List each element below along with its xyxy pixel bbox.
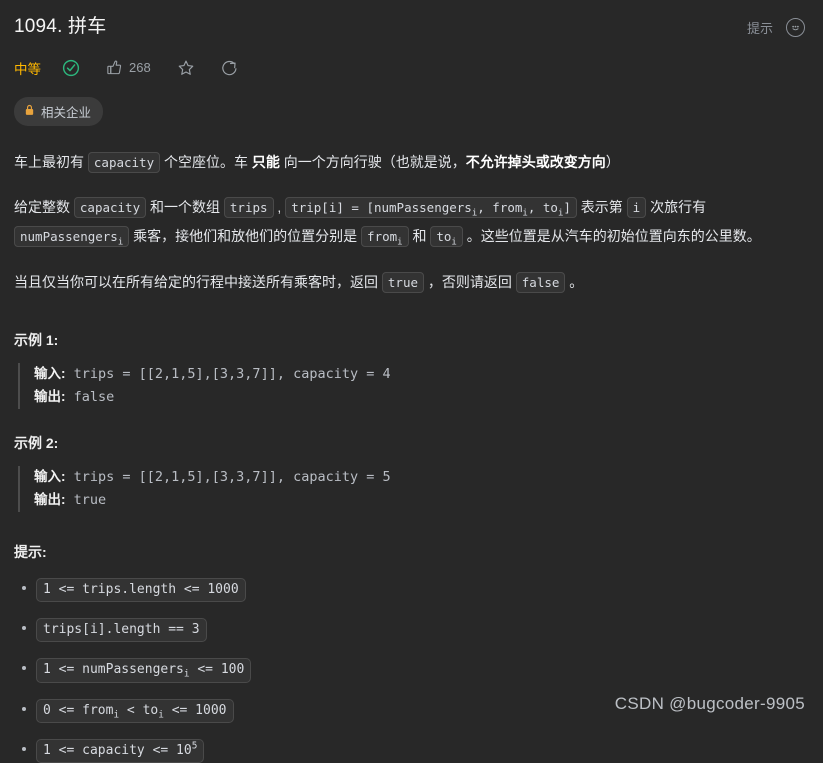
problem-description: 车上最初有 capacity 个空座位。车 只能 向一个方向行驶（也就是说，不允… xyxy=(14,148,805,297)
list-item: 1 <= trips.length <= 1000 xyxy=(22,577,805,603)
example-1-title: 示例 1: xyxy=(14,332,59,349)
desc-p2-seg2: 和一个数组 xyxy=(146,199,224,216)
description-paragraph-3: 当且仅当你可以在所有给定的行程中接送所有乘客时，返回 true ，否则请返回 f… xyxy=(14,268,805,297)
example-1-output-value: false xyxy=(65,389,115,406)
desc-p3-seg1: 当且仅当你可以在所有给定的行程中接送所有乘客时，返回 xyxy=(14,273,382,290)
constraint-from-to: 0 <= fromi < toi <= 1000 xyxy=(36,698,234,723)
hint-link[interactable]: 提示 xyxy=(747,18,773,37)
lock-icon xyxy=(24,104,35,119)
constraints-section: 提示: 1 <= trips.length <= 1000 trips[i].l… xyxy=(14,542,805,763)
related-companies-button[interactable]: 相关企业 xyxy=(14,96,104,126)
inline-code-numpassengers: numPassengersi xyxy=(14,225,130,247)
description-paragraph-1: 车上最初有 capacity 个空座位。车 只能 向一个方向行驶（也就是说，不允… xyxy=(14,148,805,177)
example-2-input-label: 输入: xyxy=(34,469,66,485)
thumbs-up-icon xyxy=(106,59,123,76)
example-1-output-label: 输出: xyxy=(34,389,66,405)
green-check-circle-icon xyxy=(62,59,80,77)
inline-code-capacity: capacity xyxy=(87,151,161,173)
example-2-input-value: trips = [[2,1,5],[3,3,7]], capacity = 5 xyxy=(65,469,391,486)
description-paragraph-2: 给定整数 capacity 和一个数组 trips , trip[i] = [n… xyxy=(14,193,805,250)
example-2-title: 示例 2: xyxy=(14,435,59,452)
header-actions: 提示 xyxy=(747,14,805,37)
like-count: 268 xyxy=(129,60,151,76)
example-2-output: 输出: true xyxy=(34,489,805,512)
difficulty-badge[interactable]: 中等 xyxy=(14,58,41,78)
inline-code-i: i xyxy=(626,197,647,219)
desc-p2-seg4: 表示第 xyxy=(576,199,627,216)
inline-code-capacity-2: capacity xyxy=(73,197,147,219)
header: 1094. 拼车 提示 xyxy=(14,14,805,41)
example-2-output-label: 输出: xyxy=(34,491,66,507)
watermark: CSDN @bugcoder-9905 xyxy=(614,694,805,713)
list-item: 1 <= numPassengersi <= 100 xyxy=(22,658,805,683)
desc-p2-seg7: 和 xyxy=(408,227,431,244)
share-circle-icon[interactable] xyxy=(221,59,239,77)
example-2-input: 输入: trips = [[2,1,5],[3,3,7]], capacity … xyxy=(34,466,805,489)
related-companies-label: 相关企业 xyxy=(41,105,92,120)
example-1-output: 输出: false xyxy=(34,386,805,409)
desc-p1-seg4: ） xyxy=(605,153,620,170)
meta-row: 中等 268 xyxy=(14,56,805,80)
desc-p2-seg8: 。这些位置是从汽车的初始位置向东的公里数。 xyxy=(462,227,761,244)
constraint-trips-i-length: trips[i].length == 3 xyxy=(36,618,207,643)
desc-p1-seg1: 车上最初有 xyxy=(14,153,88,170)
smiley-circle-icon[interactable] xyxy=(786,18,805,37)
example-1-input: 输入: trips = [[2,1,5],[3,3,7]], capacity … xyxy=(34,363,805,386)
inline-code-false: false xyxy=(515,271,566,293)
constraints-list: 1 <= trips.length <= 1000 trips[i].lengt… xyxy=(14,577,805,763)
desc-p2-seg3: , xyxy=(273,199,286,216)
desc-p2-seg5: 次旅行有 xyxy=(646,199,707,216)
inline-code-true: true xyxy=(381,271,424,293)
desc-p3-seg3: 。 xyxy=(565,273,584,290)
page-title: 1094. 拼车 xyxy=(14,16,107,37)
desc-p3-seg2: ，否则请返回 xyxy=(424,273,516,290)
inline-code-trips: trips xyxy=(223,197,274,219)
desc-p1-seg2: 个空座位。车 xyxy=(160,153,252,170)
desc-p2-seg1: 给定整数 xyxy=(14,199,74,216)
constraints-title: 提示: xyxy=(14,543,47,560)
example-2-block: 输入: trips = [[2,1,5],[3,3,7]], capacity … xyxy=(18,466,805,512)
constraint-numpassengers: 1 <= numPassengersi <= 100 xyxy=(36,658,252,683)
inline-code-to: toi xyxy=(430,225,463,247)
like-button[interactable]: 268 xyxy=(106,59,151,76)
list-item: 1 <= capacity <= 105 xyxy=(22,738,805,763)
examples-section: 示例 1: 输入: trips = [[2,1,5],[3,3,7]], cap… xyxy=(14,330,805,512)
list-item: trips[i].length == 3 xyxy=(22,618,805,643)
desc-p2-seg6: 乘客，接他们和放他们的位置分别是 xyxy=(129,227,362,244)
example-1-input-value: trips = [[2,1,5],[3,3,7]], capacity = 4 xyxy=(65,366,391,383)
problem-page: 1094. 拼车 提示 中等 268 相关企业 车上最初有 capacity 个… xyxy=(0,0,823,763)
inline-code-from: fromi xyxy=(361,225,409,247)
inline-code-trip-def: trip[i] = [numPassengersi, fromi, toi] xyxy=(285,197,577,219)
constraint-trips-length: 1 <= trips.length <= 1000 xyxy=(36,577,246,603)
desc-p1-strong1: 只能 xyxy=(251,153,280,170)
company-tag-row: 相关企业 xyxy=(14,96,805,126)
example-1-input-label: 输入: xyxy=(34,366,66,382)
constraint-capacity: 1 <= capacity <= 105 xyxy=(36,738,205,763)
example-1-block: 输入: trips = [[2,1,5],[3,3,7]], capacity … xyxy=(18,363,805,410)
example-2-output-value: true xyxy=(65,491,107,508)
desc-p1-seg3: 向一个方向行驶（也就是说， xyxy=(279,153,466,170)
desc-p1-strong2: 不允许掉头或改变方向 xyxy=(465,153,606,170)
star-icon[interactable] xyxy=(177,59,195,77)
